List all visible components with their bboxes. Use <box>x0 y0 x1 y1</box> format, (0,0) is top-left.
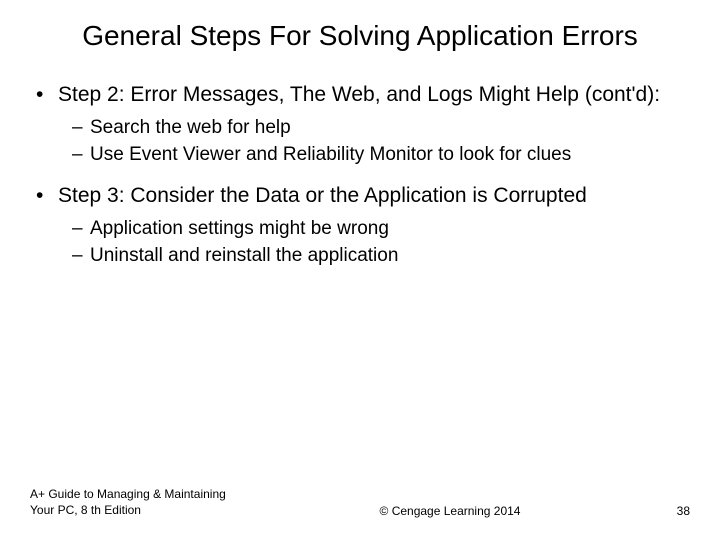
list-item: • Step 3: Consider the Data or the Appli… <box>36 182 690 269</box>
dash-icon: – <box>72 143 90 168</box>
sub-item-text: Use Event Viewer and Reliability Monitor… <box>90 143 690 168</box>
list-item: • Step 2: Error Messages, The Web, and L… <box>36 81 690 168</box>
sub-item-text: Search the web for help <box>90 116 690 141</box>
slide-content: • Step 2: Error Messages, The Web, and L… <box>30 81 690 268</box>
slide-footer: A+ Guide to Managing & Maintaining Your … <box>30 486 690 518</box>
sub-list-item: – Application settings might be wrong <box>72 217 690 242</box>
dash-icon: – <box>72 116 90 141</box>
item-text: Step 3: Consider the Data or the Applica… <box>58 182 690 209</box>
slide-number: 38 <box>650 504 690 518</box>
bullet-icon: • <box>36 81 58 108</box>
bullet-icon: • <box>36 182 58 209</box>
footer-left-text: A+ Guide to Managing & Maintaining Your … <box>30 486 250 518</box>
sub-list-item: – Search the web for help <box>72 116 690 141</box>
dash-icon: – <box>72 244 90 269</box>
sub-item-text: Uninstall and reinstall the application <box>90 244 690 269</box>
slide-title: General Steps For Solving Application Er… <box>30 18 690 53</box>
sub-item-text: Application settings might be wrong <box>90 217 690 242</box>
sub-list-item: – Uninstall and reinstall the applicatio… <box>72 244 690 269</box>
footer-copyright: © Cengage Learning 2014 <box>250 504 650 518</box>
sub-list-item: – Use Event Viewer and Reliability Monit… <box>72 143 690 168</box>
item-text: Step 2: Error Messages, The Web, and Log… <box>58 81 690 108</box>
dash-icon: – <box>72 217 90 242</box>
